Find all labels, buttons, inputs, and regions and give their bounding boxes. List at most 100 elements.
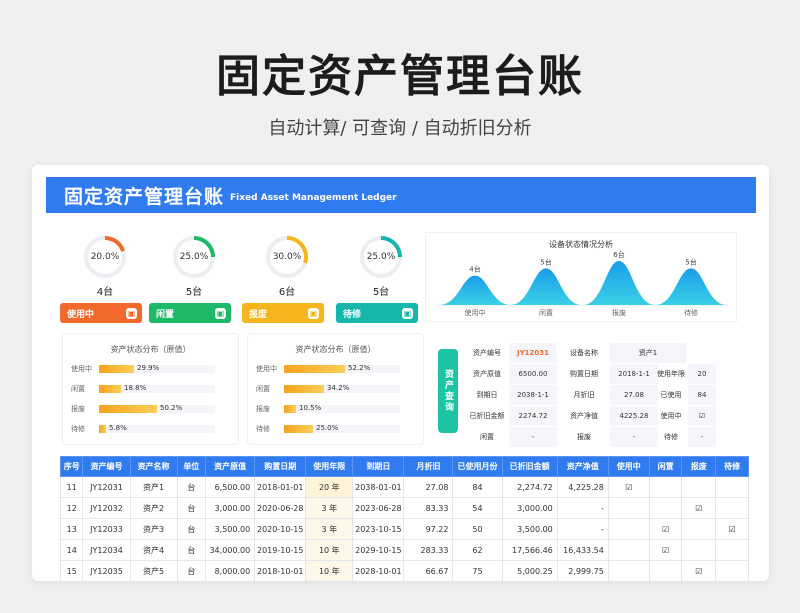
column-header[interactable]: 单位 [176, 456, 207, 477]
status-checkbox-cell[interactable] [607, 518, 650, 540]
table-cell: 台 [176, 539, 207, 561]
bar-track [99, 385, 215, 393]
table-cell: 2023-06-28 [352, 497, 405, 519]
column-header[interactable]: 报废 [681, 456, 717, 477]
equipment-value-label: 6台 [613, 250, 624, 259]
status-checkbox-cell[interactable]: ☑ [681, 560, 717, 581]
detail-label: 已使用 [660, 391, 682, 399]
bar-label: 报废 [71, 405, 85, 413]
table-cell: 13 [59, 518, 84, 540]
column-header[interactable]: 月折旧 [403, 456, 454, 477]
table-cell: JY12034 [82, 539, 131, 561]
table-row[interactable]: 12 JY12032 资产2 台 3,000.00 2020-06-28 3 年 2023-0… [59, 497, 749, 519]
column-header[interactable]: 资产净值 [556, 456, 609, 477]
table-cell: - [556, 497, 609, 519]
table-cell: 10 年 [305, 539, 354, 561]
status-button[interactable]: 报废 ▣ [242, 303, 324, 323]
bar-label: 使用中 [256, 365, 277, 373]
detail-label: 设备名称 [570, 349, 598, 357]
table-cell: 8,000.00 [205, 560, 256, 581]
status-checkbox-cell[interactable] [607, 560, 650, 581]
table-cell: 3 年 [305, 518, 354, 540]
column-header[interactable]: 已使用月份 [452, 456, 503, 477]
table-cell: 台 [176, 476, 207, 498]
status-checkbox-cell[interactable]: ☑ [715, 518, 749, 540]
detail-value: 20 [688, 364, 716, 384]
detail-value: 2038-1-1 [509, 385, 557, 405]
bar-label: 使用中 [71, 365, 92, 373]
banner-subtitle: Fixed Asset Management Ledger [230, 193, 397, 203]
column-header[interactable]: 资产原值 [205, 456, 256, 477]
status-checkbox-cell[interactable] [607, 539, 650, 561]
status-checkbox-cell[interactable] [681, 476, 717, 498]
status-checkbox-cell[interactable] [648, 476, 683, 498]
table-cell: 75 [452, 560, 503, 581]
detail-label: 已折旧金额 [469, 412, 505, 420]
status-checkbox-cell[interactable] [715, 539, 749, 561]
status-checkbox-cell[interactable] [607, 497, 650, 519]
detail-label: 资产编号 [473, 349, 501, 357]
status-checkbox-cell[interactable]: ☑ [648, 539, 683, 561]
table-cell: 4,225.28 [556, 476, 609, 498]
table-cell: 资产4 [129, 539, 178, 561]
bar-fill [284, 405, 296, 413]
table-row[interactable]: 15 JY12035 资产5 台 8,000.00 2018-10-01 10 年 2028-… [59, 560, 749, 581]
table-row[interactable]: 13 JY12033 资产3 台 3,500.00 2020-10-15 3 年 2023-1… [59, 518, 749, 540]
detail-label: 资产原值 [473, 370, 501, 378]
status-donut: 25.0% [358, 234, 404, 280]
status-checkbox-cell[interactable] [681, 518, 717, 540]
column-header[interactable]: 购置日期 [254, 456, 307, 477]
status-donut: 20.0% [82, 234, 128, 280]
status-button[interactable]: 使用中 ▣ [60, 303, 142, 323]
table-row[interactable]: 14 JY12034 资产4 台 34,000.00 2019-10-15 10 年 2029… [59, 539, 749, 561]
column-header[interactable]: 到期日 [352, 456, 405, 477]
status-checkbox-cell[interactable]: ☑ [607, 476, 650, 498]
status-checkbox-cell[interactable] [715, 476, 749, 498]
column-header[interactable]: 资产名称 [129, 456, 178, 477]
column-header[interactable]: 使用中 [607, 456, 650, 477]
bar-label: 待修 [256, 425, 270, 433]
donut-count: 5台 [185, 287, 203, 298]
table-cell: 3,000.00 [205, 497, 256, 519]
status-checkbox-cell[interactable] [715, 560, 749, 581]
equipment-category-label: 待修 [684, 308, 698, 317]
table-cell: JY12032 [82, 497, 131, 519]
table-body: 11 JY12031 资产1 台 6,500.00 2018-01-01 20 年 2038-… [59, 476, 749, 581]
status-checkbox-cell[interactable] [715, 497, 749, 519]
column-header[interactable]: 序号 [59, 456, 84, 477]
table-cell: 62 [452, 539, 503, 561]
bar-track [284, 425, 400, 433]
detail-value: ☑ [688, 406, 716, 426]
table-cell: 97.22 [403, 518, 454, 540]
detail-label: 使用年限 [657, 370, 685, 378]
equipment-value-label: 5台 [685, 257, 696, 266]
status-checkbox-cell[interactable] [648, 560, 683, 581]
table-header-row: 序号 资产编号 资产名称 单位 资产原值 购置日期 使用年限 到期日 月折旧 已使用月份 已折旧金额… [59, 456, 749, 477]
table-cell: 20 年 [305, 476, 354, 498]
status-checkbox-cell[interactable] [648, 497, 683, 519]
table-row[interactable]: 11 JY12031 资产1 台 6,500.00 2018-01-01 20 年 2038-… [59, 476, 749, 498]
column-header[interactable]: 待修 [715, 456, 749, 477]
status-button[interactable]: 闲置 ▣ [149, 303, 231, 323]
table-cell: 2018-10-01 [254, 560, 307, 581]
bar-fill [284, 365, 345, 373]
column-header[interactable]: 资产编号 [82, 456, 131, 477]
status-checkbox-cell[interactable] [681, 539, 717, 561]
table-cell: 283.33 [403, 539, 454, 561]
detail-value: 2018-1-1 [610, 364, 658, 384]
detail-value: JY12031 [509, 343, 557, 363]
column-header[interactable]: 已折旧金额 [501, 456, 558, 477]
status-checkbox-cell[interactable]: ☑ [648, 518, 683, 540]
table-cell: 11 [59, 476, 84, 498]
status-checkbox-cell[interactable]: ☑ [681, 497, 717, 519]
equipment-chart-canvas: 4台使用中 5台闲置 6台报废 5台待修 [438, 250, 728, 317]
bar-label: 报废 [256, 405, 270, 413]
donut-percentage: 25.0% [179, 252, 209, 262]
donut-percentage: 30.0% [272, 252, 302, 262]
ledger-sheet: 固定资产管理台账 Fixed Asset Management Ledger 2… [32, 165, 769, 581]
column-header[interactable]: 使用年限 [305, 456, 354, 477]
column-header[interactable]: 闲置 [648, 456, 683, 477]
status-donut: 30.0% [264, 234, 310, 280]
bar-value: 29.9% [137, 364, 160, 372]
status-button[interactable]: 待修 ▣ [336, 303, 418, 323]
